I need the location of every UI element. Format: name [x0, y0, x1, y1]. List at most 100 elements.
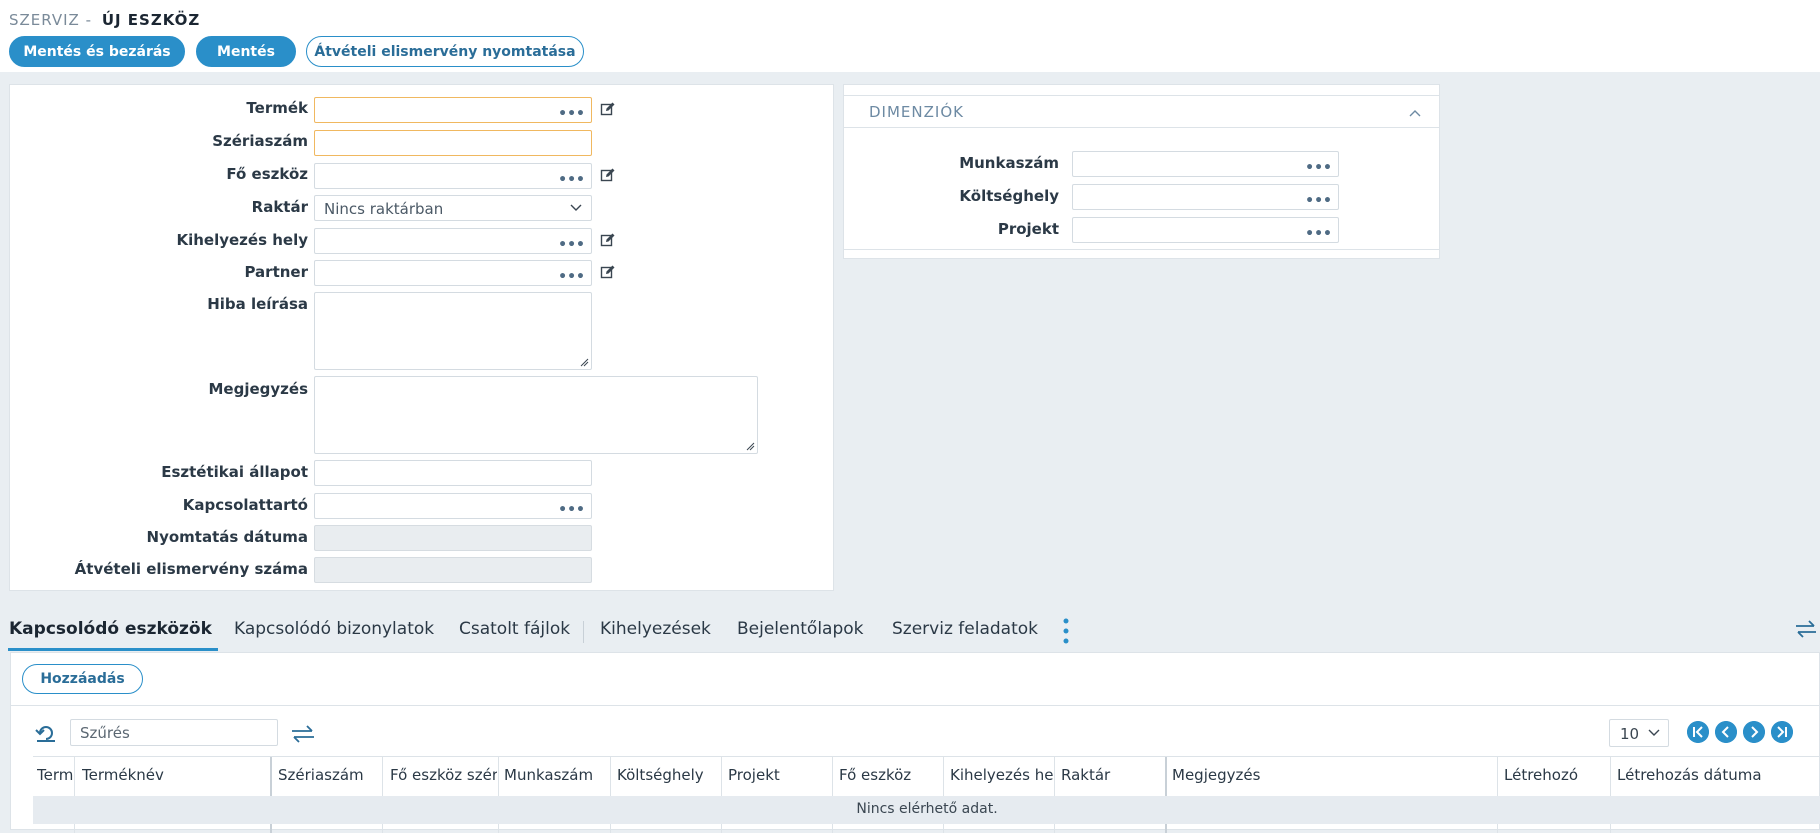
- device-form-panel: Termék ••• Szériaszám Fő eszköz ••• Rakt…: [9, 84, 834, 591]
- table-header: Termé Terméknév Szériaszám Fő eszköz szé…: [33, 756, 1820, 833]
- warehouse-selected-value: Nincs raktárban: [324, 200, 444, 218]
- column-header[interactable]: Projekt: [728, 766, 828, 784]
- next-page-icon[interactable]: [1743, 721, 1765, 743]
- print-date-label: Nyomtatás dátuma: [146, 528, 308, 546]
- cost-center-field[interactable]: •••: [1072, 184, 1339, 210]
- aesthetic-condition-field[interactable]: [314, 460, 592, 486]
- lookup-dots-icon[interactable]: •••: [558, 107, 585, 121]
- first-page-icon[interactable]: [1687, 721, 1709, 743]
- tab-related-documents[interactable]: Kapcsolódó bizonylatok: [234, 619, 434, 639]
- lookup-dots-icon[interactable]: •••: [558, 270, 585, 284]
- project-label: Projekt: [997, 220, 1059, 238]
- contact-person-field[interactable]: •••: [314, 493, 592, 519]
- page-size-value: 10: [1620, 725, 1640, 743]
- filter-input[interactable]: Szűrés: [70, 719, 278, 746]
- dimensions-panel: DIMENZIÓK Munkaszám ••• Költséghely ••• …: [843, 84, 1440, 259]
- product-label: Termék: [246, 99, 308, 117]
- job-number-field[interactable]: •••: [1072, 151, 1339, 177]
- page-title: ÚJ ESZKÖZ: [101, 11, 201, 29]
- resize-handle-icon[interactable]: [579, 357, 589, 367]
- main-device-label: Fő eszköz: [226, 165, 308, 183]
- resize-handle-icon[interactable]: [745, 441, 755, 451]
- column-header[interactable]: Fő eszköz: [839, 766, 943, 784]
- receipt-number-label: Átvételi elismervény száma: [74, 560, 308, 578]
- more-tabs-icon[interactable]: [1062, 617, 1070, 645]
- receipt-number-field: [314, 557, 592, 583]
- project-field[interactable]: •••: [1072, 217, 1339, 243]
- cost-center-label: Költséghely: [959, 187, 1059, 205]
- placement-location-label: Kihelyezés hely: [176, 231, 308, 249]
- chevron-up-icon[interactable]: [1409, 108, 1421, 118]
- column-header[interactable]: Megjegyzés: [1172, 766, 1492, 784]
- note-textarea[interactable]: [314, 376, 758, 454]
- last-page-icon[interactable]: [1771, 721, 1793, 743]
- breadcrumb-section[interactable]: SZERVIZ -: [9, 11, 92, 29]
- print-date-field: [314, 525, 592, 551]
- partner-label: Partner: [244, 263, 308, 281]
- placement-location-field[interactable]: •••: [314, 228, 592, 254]
- main-device-field[interactable]: •••: [314, 163, 592, 189]
- print-receipt-button[interactable]: Átvételi elismervény nyomtatása: [306, 36, 584, 67]
- job-number-label: Munkaszám: [959, 154, 1059, 172]
- lookup-dots-icon[interactable]: •••: [558, 238, 585, 252]
- dimensions-header[interactable]: DIMENZIÓK: [844, 95, 1439, 128]
- lookup-dots-icon[interactable]: •••: [558, 173, 585, 187]
- column-header[interactable]: Terméknév: [82, 766, 262, 784]
- aesthetic-condition-label: Esztétikai állapot: [161, 463, 308, 481]
- column-header[interactable]: Szériaszám: [278, 766, 378, 784]
- tab-bar: Kapcsolódó eszközök Kapcsolódó bizonylat…: [0, 605, 1820, 651]
- partner-field[interactable]: •••: [314, 260, 592, 286]
- column-header[interactable]: Raktár: [1061, 766, 1161, 784]
- filter-placeholder: Szűrés: [80, 724, 130, 742]
- edit-icon[interactable]: [600, 101, 616, 117]
- fault-description-label: Hiba leírása: [207, 295, 308, 313]
- page-size-select[interactable]: 10: [1609, 719, 1669, 747]
- lookup-dots-icon[interactable]: •••: [1305, 227, 1332, 241]
- lookup-dots-icon[interactable]: •••: [558, 503, 585, 517]
- tab-service-tasks[interactable]: Szerviz feladatok: [892, 619, 1038, 639]
- add-button[interactable]: Hozzáadás: [22, 664, 143, 694]
- warehouse-select[interactable]: Nincs raktárban: [314, 195, 592, 221]
- refresh-icon[interactable]: [35, 723, 57, 743]
- tab-separator: [583, 621, 584, 643]
- lookup-dots-icon[interactable]: •••: [1305, 194, 1332, 208]
- edit-icon[interactable]: [600, 264, 616, 280]
- column-header[interactable]: Termé: [37, 766, 75, 784]
- related-devices-grid-panel: Hozzáadás Szűrés 10 Termé Terméknév Szér…: [10, 652, 1820, 833]
- edit-icon[interactable]: [600, 232, 616, 248]
- column-header[interactable]: Munkaszám: [504, 766, 608, 784]
- empty-message: Nincs elérhető adat.: [856, 801, 998, 817]
- tab-related-devices[interactable]: Kapcsolódó eszközök: [9, 619, 212, 639]
- divider: [844, 249, 1439, 250]
- contact-person-label: Kapcsolattartó: [182, 496, 308, 514]
- swap-icon[interactable]: [1795, 620, 1817, 638]
- edit-icon[interactable]: [600, 167, 616, 183]
- serial-number-label: Szériaszám: [212, 132, 308, 150]
- top-bar: SZERVIZ - ÚJ ESZKÖZ Mentés és bezárás Me…: [0, 0, 1820, 72]
- tab-attached-files[interactable]: Csatolt fájlok: [459, 619, 570, 639]
- column-header[interactable]: Költséghely: [617, 766, 721, 784]
- save-and-close-button[interactable]: Mentés és bezárás: [9, 36, 185, 67]
- chevron-down-icon: [570, 204, 582, 211]
- note-label: Megjegyzés: [208, 380, 309, 398]
- column-header[interactable]: Létrehozó: [1504, 766, 1608, 784]
- product-field[interactable]: •••: [314, 97, 592, 123]
- divider: [11, 705, 1819, 706]
- column-header[interactable]: Létrehozás dátuma: [1617, 766, 1817, 784]
- previous-page-icon[interactable]: [1715, 721, 1737, 743]
- lookup-dots-icon[interactable]: •••: [1305, 161, 1332, 175]
- fault-description-textarea[interactable]: [314, 292, 592, 370]
- column-header[interactable]: Fő eszköz széri: [390, 766, 497, 784]
- save-button[interactable]: Mentés: [196, 36, 296, 67]
- chevron-down-icon: [1648, 729, 1660, 736]
- column-header[interactable]: Kihelyezés hely: [950, 766, 1054, 784]
- serial-number-field[interactable]: [314, 130, 592, 156]
- breadcrumb: SZERVIZ - ÚJ ESZKÖZ: [9, 11, 200, 29]
- warehouse-label: Raktár: [251, 198, 308, 216]
- swap-columns-icon[interactable]: [291, 725, 315, 743]
- active-tab-indicator: [8, 648, 218, 651]
- dimensions-title: DIMENZIÓK: [869, 103, 964, 121]
- tab-placements[interactable]: Kihelyezések: [600, 619, 711, 639]
- tab-reports[interactable]: Bejelentőlapok: [737, 619, 864, 639]
- empty-table-row: Nincs elérhető adat.: [33, 796, 1820, 824]
